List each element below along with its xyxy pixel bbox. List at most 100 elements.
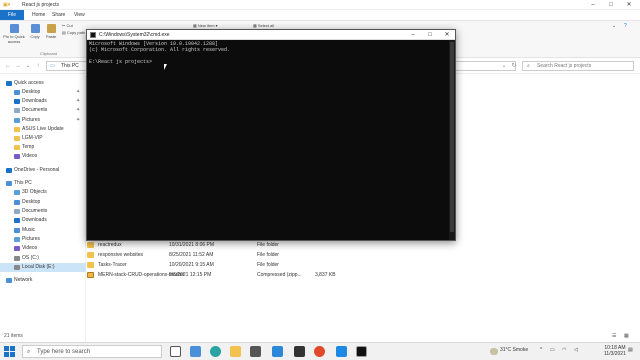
sidebar-item[interactable]: Music xyxy=(0,226,86,235)
sidebar-item[interactable]: Downloads xyxy=(0,216,86,225)
sidebar-item[interactable]: LGM-VIP xyxy=(0,134,86,143)
edge-icon[interactable] xyxy=(210,346,221,357)
cmd-scrollbar-thumb[interactable] xyxy=(450,42,454,232)
wifi-icon[interactable]: ◠ xyxy=(562,347,566,353)
sidebar-item[interactable]: Videos xyxy=(0,152,86,161)
sidebar-item[interactable]: Temp xyxy=(0,143,86,152)
file-explorer-icon[interactable] xyxy=(230,346,241,357)
maximize-icon[interactable]: □ xyxy=(602,0,620,10)
large-icons-view-icon[interactable]: ▦ xyxy=(624,333,629,339)
sidebar-item[interactable]: Pictures ✦ xyxy=(0,116,86,125)
sidebar-item[interactable]: ASUS Live Update xyxy=(0,125,86,134)
sidebar-item[interactable]: Documents xyxy=(0,207,86,216)
sidebar-item[interactable]: Downloads ✦ xyxy=(0,97,86,106)
search-placeholder: Search React js projects xyxy=(537,63,592,69)
file-date: 10/20/2021 9:15 AM xyxy=(169,262,214,268)
taskbar: ⌕ Type here to search 31°C Smoke ^ ▭ ◠ ◁… xyxy=(0,342,640,360)
select-all-label: Select all xyxy=(257,23,275,28)
cmd-title-bar[interactable]: C:\Windows\System32\cmd.exe – □ ✕ xyxy=(87,30,455,40)
copy-path-button[interactable]: ▤ Copy path xyxy=(62,30,85,35)
clock[interactable]: 10:18 AM 11/3/2021 xyxy=(604,345,626,357)
recent-locations-icon[interactable]: ⌄ xyxy=(24,62,32,70)
details-view-icon[interactable]: ☰ xyxy=(612,333,616,339)
sidebar-item[interactable]: Videos xyxy=(0,244,86,253)
ribbon-collapse-icon[interactable]: ⌄ xyxy=(612,23,616,29)
cmd-window[interactable]: C:\Windows\System32\cmd.exe – □ ✕ Micros… xyxy=(86,29,456,241)
up-icon[interactable]: ↑ xyxy=(34,62,42,70)
weather-text[interactable]: 31°C Smoke xyxy=(500,347,528,353)
sidebar-item[interactable]: Local Disk (E:) xyxy=(0,263,86,272)
file-name: Tasks-Tracer xyxy=(98,262,127,268)
cut-button[interactable]: ✂ Cut xyxy=(62,23,73,28)
pin-icon[interactable]: ✦ xyxy=(76,116,80,125)
back-icon[interactable]: ← xyxy=(4,62,12,70)
vscode-icon[interactable] xyxy=(336,346,347,357)
cmd-close-icon[interactable]: ✕ xyxy=(439,30,455,40)
cmd-prompt[interactable]: E:\React js projects> xyxy=(89,59,152,65)
pin-icon[interactable]: ✦ xyxy=(76,97,80,106)
cmd-scrollbar[interactable] xyxy=(449,40,455,240)
folder-icon xyxy=(87,262,94,268)
sidebar-item[interactable]: 3D Objects xyxy=(0,188,86,197)
forward-icon[interactable]: → xyxy=(14,62,22,70)
network-icon xyxy=(6,278,12,283)
file-row[interactable]: MERN-stack-CRUD-operations-master 9/6/202… xyxy=(87,270,640,280)
file-row[interactable]: reactredux 10/31/2021 8:06 PM File folder xyxy=(87,240,640,250)
close-icon[interactable]: ✕ xyxy=(620,0,638,10)
file-type: File folder xyxy=(257,252,279,258)
notifications-icon[interactable]: ▤ xyxy=(628,347,633,353)
help-icon[interactable]: ? xyxy=(624,23,627,29)
taskbar-search-input[interactable]: ⌕ Type here to search xyxy=(22,345,162,358)
pin-to-quick-access-button[interactable]: Pin to Quick access xyxy=(2,24,26,44)
battery-icon[interactable]: ▭ xyxy=(550,347,555,353)
chrome-icon[interactable] xyxy=(314,346,325,357)
store-icon[interactable] xyxy=(250,346,261,357)
paste-button[interactable]: Paste xyxy=(44,24,58,39)
folder-icon xyxy=(14,127,20,132)
status-item-count: 21 items xyxy=(4,333,23,339)
sidebar-item-label: Documents xyxy=(22,208,48,214)
task-view-icon[interactable] xyxy=(170,346,181,357)
sidebar-item[interactable]: Desktop ✦ xyxy=(0,88,86,97)
sidebar-item[interactable]: Desktop xyxy=(0,198,86,207)
star-icon xyxy=(6,81,12,86)
minimize-icon[interactable]: – xyxy=(584,0,602,10)
folder-icon xyxy=(87,242,94,248)
terminal-app-icon[interactable] xyxy=(294,346,305,357)
sidebar-item[interactable]: This PC xyxy=(0,179,86,188)
sidebar-item[interactable]: OneDrive - Personal xyxy=(0,166,86,175)
sidebar-item[interactable]: Network xyxy=(0,276,86,285)
sidebar-item-label: Temp xyxy=(22,144,35,150)
copy-icon xyxy=(30,24,40,33)
folder-icon xyxy=(14,136,20,141)
cmd-maximize-icon[interactable]: □ xyxy=(422,30,438,40)
sidebar-item[interactable]: Pictures xyxy=(0,235,86,244)
select-all-button[interactable]: ▦ Select all xyxy=(253,23,274,28)
address-dropdown-icon[interactable]: ⌄ xyxy=(500,62,508,70)
file-row[interactable]: Tasks-Tracer 10/20/2021 9:15 AM File folde… xyxy=(87,260,640,270)
paste-label: Paste xyxy=(45,34,57,39)
new-item-button[interactable]: ▦ New item ▾ xyxy=(193,23,218,28)
copy-button[interactable]: Copy xyxy=(28,24,42,39)
cmd-minimize-icon[interactable]: – xyxy=(405,30,421,40)
sidebar-item[interactable]: Documents ✦ xyxy=(0,106,86,115)
refresh-icon[interactable]: ↻ xyxy=(510,62,518,70)
cmd-taskbar-icon[interactable] xyxy=(356,346,367,357)
tab-view[interactable]: View xyxy=(68,10,91,20)
file-row[interactable]: responsive websites 8/25/2021 11:52 AM Fil… xyxy=(87,250,640,260)
sidebar-item[interactable]: Quick access xyxy=(0,79,86,88)
show-hidden-icons-icon[interactable]: ^ xyxy=(540,347,542,353)
quick-access-toolbar-icon[interactable]: ▣▾ xyxy=(3,2,19,8)
pc-icon: ▭ xyxy=(50,63,55,69)
pin-icon[interactable]: ✦ xyxy=(76,88,80,97)
sidebar-item[interactable]: OS (C:) xyxy=(0,254,86,263)
windows-start-icon[interactable] xyxy=(4,346,15,357)
search-input[interactable]: ⌕ Search React js projects xyxy=(522,61,634,71)
volume-icon[interactable]: ◁ xyxy=(574,347,578,353)
sidebar-item-label: Downloads xyxy=(22,217,47,223)
videos-icon xyxy=(14,246,20,251)
widgets-icon[interactable] xyxy=(190,346,201,357)
tab-file[interactable]: File xyxy=(0,10,24,20)
mail-icon[interactable] xyxy=(272,346,283,357)
pin-icon[interactable]: ✦ xyxy=(76,106,80,115)
